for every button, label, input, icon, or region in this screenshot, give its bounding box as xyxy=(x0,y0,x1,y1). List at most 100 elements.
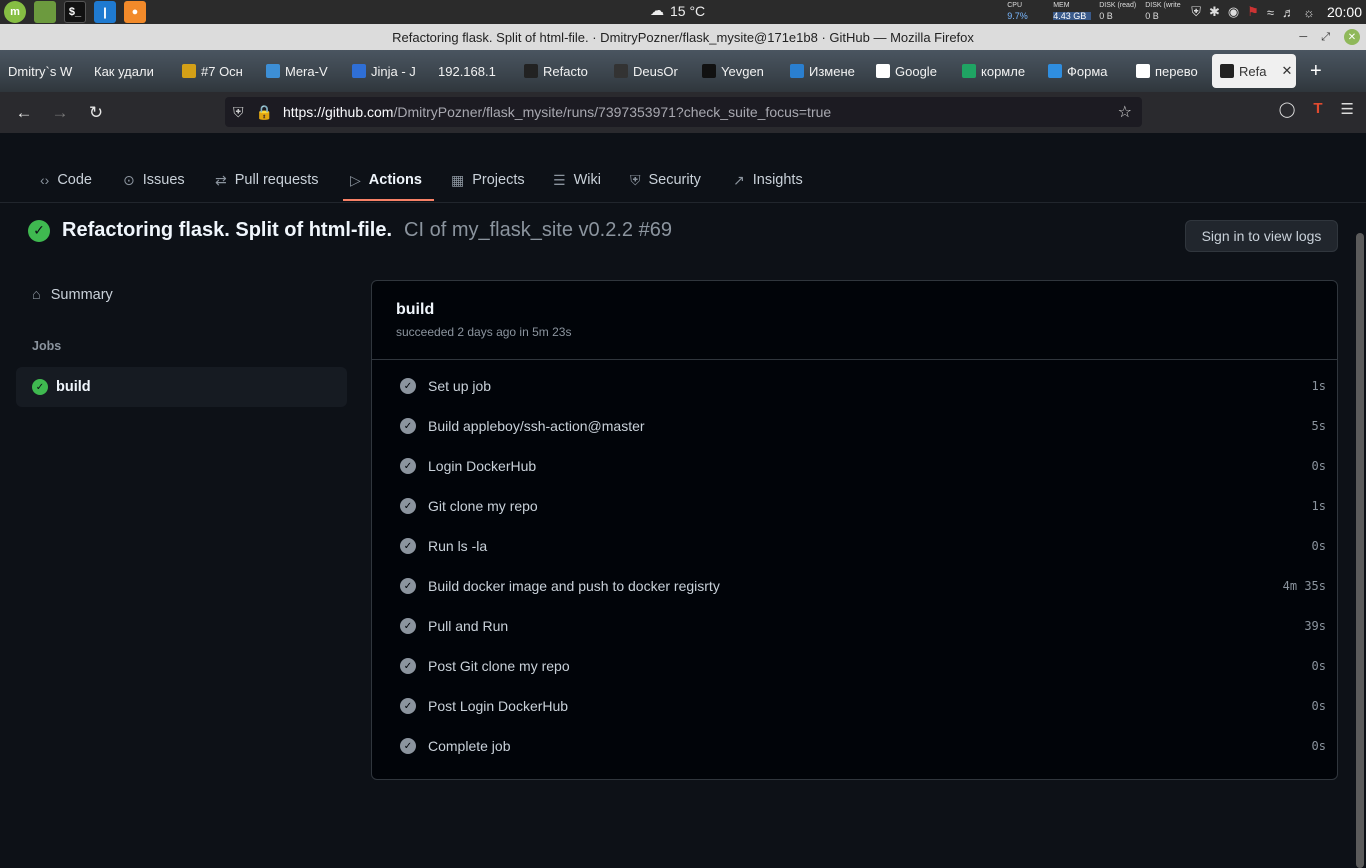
tab-favicon-icon xyxy=(876,64,890,78)
run-subtitle[interactable]: CI of my_flask_site v0.2.2 #69 xyxy=(404,219,672,242)
job-success-icon: ✓ xyxy=(32,379,48,395)
browser-tab[interactable]: кормле xyxy=(954,54,1040,88)
files-icon[interactable] xyxy=(34,1,56,23)
browser-tab[interactable]: Измене xyxy=(782,54,868,88)
browser-tab[interactable]: Dmitry`s W xyxy=(0,54,86,88)
sidebar-summary[interactable]: ⌂ Summary xyxy=(32,287,113,303)
tab-security[interactable]: ⛨ Security xyxy=(630,165,701,195)
browser-tab[interactable]: перево xyxy=(1128,54,1208,88)
github-page: ‹› Code ⊙ Issues ⇄ Pull requests ▷ Actions ▦ Proj… xyxy=(0,133,1366,868)
nvidia-icon[interactable]: ◉ xyxy=(1228,4,1239,20)
tab-projects[interactable]: ▦ Projects xyxy=(451,165,525,195)
shield-icon: ⛨ xyxy=(630,171,641,188)
browser-tab[interactable]: Google xyxy=(868,54,954,88)
step-name: Build docker image and push to docker re… xyxy=(428,578,720,594)
browser-tab[interactable]: Mera-V xyxy=(258,54,344,88)
browser-tab[interactable]: Yevgen xyxy=(694,54,782,88)
hamburger-menu-icon[interactable]: ☰ xyxy=(1341,100,1354,118)
tab-wiki[interactable]: ☰ Wiki xyxy=(553,165,601,195)
step-check-icon: ✓ xyxy=(400,738,416,754)
job-step[interactable]: ✓ Build docker image and push to docker r… xyxy=(400,571,1326,601)
tab-favicon-icon xyxy=(790,64,804,78)
job-step[interactable]: ✓ Login DockerHub 0s xyxy=(400,451,1326,481)
tab-label: Форма xyxy=(1067,63,1108,79)
graph-icon: ↗ xyxy=(733,171,745,188)
sidebar-job-build[interactable]: ✓ build xyxy=(16,367,347,407)
url-host: https://github.com xyxy=(282,104,394,120)
repo-tab-label: Actions xyxy=(368,172,422,188)
disk-write-label: DISK (write xyxy=(1145,2,1181,9)
forward-icon[interactable]: → xyxy=(42,98,78,128)
tab-favicon-icon xyxy=(1220,64,1234,78)
disk-write-meter[interactable]: DISK (write 0 B xyxy=(1145,2,1183,22)
back-icon[interactable]: ← xyxy=(6,98,42,128)
job-step[interactable]: ✓ Git clone my repo 1s xyxy=(400,491,1326,521)
firefox-icon[interactable]: ● xyxy=(124,1,146,23)
shield-tray-icon[interactable]: ⛨ xyxy=(1191,4,1201,20)
browser-tab[interactable]: 192.168.1 xyxy=(430,54,516,88)
tab-favicon-icon xyxy=(266,64,280,78)
url-bar[interactable]: ⛨ 🔒 https://github.com/DmitryPozner/flas… xyxy=(225,97,1142,127)
mint-menu-icon[interactable]: m xyxy=(4,1,26,23)
repo-tab-label: Insights xyxy=(752,172,803,188)
tab-pull-requests[interactable]: ⇄ Pull requests xyxy=(215,165,319,195)
sidebar-job-label: build xyxy=(56,379,91,395)
home-icon: ⌂ xyxy=(32,287,41,303)
translate-extension-icon[interactable]: T xyxy=(1313,100,1322,118)
job-step[interactable]: ✓ Pull and Run 39s xyxy=(400,611,1326,641)
clock[interactable]: 20:00 xyxy=(1327,4,1362,20)
close-icon[interactable]: ✕ xyxy=(1344,29,1360,45)
job-step[interactable]: ✓ Set up job 1s xyxy=(400,371,1326,401)
tracking-shield-icon[interactable]: ⛨ xyxy=(233,104,244,121)
cpu-value: 9.7% xyxy=(1007,11,1028,21)
disk-read-label: DISK (read) xyxy=(1099,2,1137,9)
tab-issues[interactable]: ⊙ Issues xyxy=(123,165,185,195)
vscode-icon[interactable]: ❙ xyxy=(94,1,116,23)
lock-icon[interactable]: 🔒 xyxy=(256,104,273,121)
step-duration: 1s xyxy=(1311,499,1326,513)
step-duration: 5s xyxy=(1311,419,1326,433)
wifi-icon[interactable]: ≈ xyxy=(1267,5,1274,20)
new-tab-icon[interactable]: + xyxy=(1310,60,1322,83)
system-panel: m $_ ❙ ● ☁ 15 °C CPU 9.7% MEM 4.43 GB DI… xyxy=(0,0,1366,24)
browser-tab[interactable]: DeusOr xyxy=(606,54,694,88)
job-step[interactable]: ✓ Build appleboy/ssh-action@master 5s xyxy=(400,411,1326,441)
disk-read-meter[interactable]: DISK (read) 0 B xyxy=(1099,2,1137,22)
keyboard-layout-flag-icon[interactable]: ⚑ xyxy=(1247,4,1259,20)
job-step[interactable]: ✓ Run ls -la 0s xyxy=(400,531,1326,561)
browser-tab[interactable]: #7 Осн xyxy=(174,54,258,88)
browser-tab[interactable]: Как удали xyxy=(86,54,174,88)
reload-icon[interactable]: ↻ xyxy=(78,98,114,128)
mem-meter[interactable]: MEM 4.43 GB xyxy=(1053,2,1092,22)
bluetooth-icon[interactable]: ✱ xyxy=(1209,4,1220,20)
step-check-icon: ✓ xyxy=(400,618,416,634)
browser-tab[interactable]: Jinja - J xyxy=(344,54,430,88)
job-step[interactable]: ✓ Post Git clone my repo 0s xyxy=(400,651,1326,681)
tab-favicon-icon xyxy=(352,64,366,78)
volume-icon[interactable]: ♬ xyxy=(1282,5,1295,20)
tab-insights[interactable]: ↗ Insights xyxy=(733,165,803,195)
step-duration: 0s xyxy=(1311,659,1326,673)
brightness-icon[interactable]: ☼ xyxy=(1303,5,1315,20)
browser-tab[interactable]: Refa ✕ xyxy=(1212,54,1296,88)
job-step[interactable]: ✓ Complete job 0s xyxy=(400,731,1326,761)
tab-label: Refa xyxy=(1239,63,1267,79)
job-step[interactable]: ✓ Post Login DockerHub 0s xyxy=(400,691,1326,721)
browser-tab[interactable]: Форма xyxy=(1040,54,1128,88)
tab-code[interactable]: ‹› Code xyxy=(40,165,92,195)
tab-close-icon[interactable]: ✕ xyxy=(1281,63,1292,79)
browser-tab[interactable]: Refacto xyxy=(516,54,606,88)
weather-applet[interactable]: ☁ 15 °C xyxy=(650,2,705,19)
tab-actions[interactable]: ▷ Actions xyxy=(350,165,422,195)
page-scrollbar[interactable] xyxy=(1356,233,1364,868)
minimize-icon[interactable]: ─ xyxy=(1299,31,1307,43)
cpu-meter[interactable]: CPU 9.7% xyxy=(1007,2,1045,22)
pocket-icon[interactable]: ◯ xyxy=(1279,100,1296,118)
bookmark-star-icon[interactable]: ☆ xyxy=(1118,102,1132,122)
window-titlebar[interactable]: Refactoring flask. Split of html-file. ·… xyxy=(0,24,1366,50)
restore-icon[interactable]: ⤢ xyxy=(1321,31,1330,44)
play-icon: ▷ xyxy=(350,171,361,188)
sign-in-button[interactable]: Sign in to view logs xyxy=(1185,220,1338,252)
run-title: Refactoring flask. Split of html-file. xyxy=(62,219,393,241)
terminal-icon[interactable]: $_ xyxy=(64,1,86,23)
